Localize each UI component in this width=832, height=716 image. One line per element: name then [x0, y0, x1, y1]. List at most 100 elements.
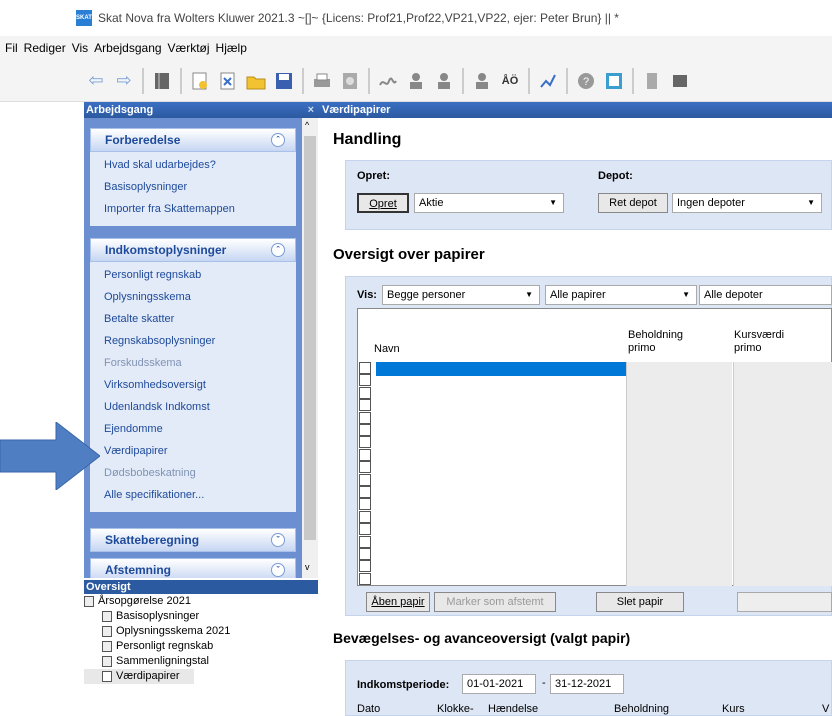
save-icon[interactable] — [272, 69, 296, 93]
person-add-icon[interactable] — [470, 69, 494, 93]
row-checkbox[interactable] — [359, 374, 371, 387]
column-header-beholdning[interactable]: Beholdning — [614, 703, 669, 715]
row-checkbox[interactable] — [359, 535, 371, 548]
menu-fil[interactable]: Fil — [2, 41, 21, 55]
task-link[interactable]: Dødsbobeskatning — [104, 462, 296, 484]
menu-hjaelp[interactable]: Hjælp — [213, 41, 250, 55]
chart-icon[interactable] — [536, 69, 560, 93]
opret-type-select[interactable]: Aktie ▼ — [414, 193, 564, 213]
task-link[interactable]: Alle specifikationer... — [104, 484, 296, 506]
close-doc-icon[interactable] — [216, 69, 240, 93]
selected-row[interactable] — [376, 362, 626, 376]
document-icon — [102, 655, 112, 667]
chevron-up-icon[interactable]: ˆ — [271, 243, 285, 257]
chevron-down-icon[interactable]: ˇ — [271, 563, 285, 577]
task-link[interactable]: Basisoplysninger — [104, 176, 296, 198]
group-header[interactable]: Skatteberegning ˇ — [90, 528, 296, 552]
menu-vis[interactable]: Vis — [69, 41, 91, 55]
open-folder-icon[interactable] — [244, 69, 268, 93]
row-checkbox[interactable] — [359, 424, 371, 436]
close-icon[interactable]: × — [308, 102, 314, 118]
row-checkbox[interactable] — [359, 572, 371, 585]
tree-item-selected[interactable]: Værdipapirer — [84, 669, 194, 684]
group-header[interactable]: Forberedelse ˆ — [90, 128, 296, 152]
row-checkbox[interactable] — [359, 461, 371, 474]
row-checkbox[interactable] — [359, 498, 371, 511]
column-header-kursvaerdi[interactable]: Kursværdi primo — [734, 329, 804, 355]
column-header-dato[interactable]: Dato — [357, 703, 380, 715]
row-checkbox[interactable] — [359, 362, 371, 374]
menu-arbejdsgang[interactable]: Arbejdsgang — [91, 41, 164, 55]
person-icon[interactable] — [404, 69, 428, 93]
menu-rediger[interactable]: Rediger — [21, 41, 69, 55]
column-header-kurs[interactable]: Kurs — [722, 703, 745, 715]
scrollbar-thumb[interactable] — [304, 136, 316, 540]
group-header[interactable]: Afstemning ˇ — [90, 558, 296, 578]
new-doc-icon[interactable] — [188, 69, 212, 93]
task-link[interactable]: Regnskabsoplysninger — [104, 330, 296, 352]
calculator-icon[interactable] — [602, 69, 626, 93]
workflow-scrollbar[interactable]: ^ v — [302, 118, 318, 578]
scroll-down-icon[interactable]: v — [305, 562, 310, 572]
row-checkbox[interactable] — [359, 548, 371, 560]
row-checkbox[interactable] — [359, 448, 371, 461]
help-icon[interactable]: ? — [574, 69, 598, 93]
task-link[interactable]: Hvad skal udarbejdes? — [104, 154, 296, 176]
preview-icon[interactable] — [338, 69, 362, 93]
tree-item[interactable]: Basisoplysninger — [84, 609, 318, 624]
group-header[interactable]: Indkomstoplysninger ˆ — [90, 238, 296, 262]
row-checkbox[interactable] — [359, 436, 371, 449]
row-checkbox[interactable] — [359, 523, 371, 536]
person-filter-select[interactable]: Begge personer ▼ — [382, 285, 540, 305]
chevron-up-icon[interactable]: ˆ — [271, 133, 285, 147]
tree-item[interactable]: Oplysningsskema 2021 — [84, 624, 318, 639]
column-header-haendelse[interactable]: Hændelse — [488, 703, 538, 715]
row-checkbox[interactable] — [359, 510, 371, 523]
period-to-input[interactable]: 31-12-2021 — [550, 674, 624, 694]
task-link[interactable]: Virksomhedsoversigt — [104, 374, 296, 396]
task-link[interactable]: Værdipapirer — [104, 440, 296, 462]
back-icon[interactable]: ⇦ — [84, 69, 108, 93]
book-icon[interactable] — [150, 69, 174, 93]
menu-vaerktoej[interactable]: Værktøj — [165, 41, 213, 55]
row-checkbox[interactable] — [359, 486, 371, 498]
tree-item[interactable]: Sammenligningstal — [84, 654, 318, 669]
task-link[interactable]: Importer fra Skattemappen — [104, 198, 296, 220]
delete-paper-button[interactable]: Slet papir — [596, 592, 684, 612]
ao-icon[interactable]: ÅÖ — [498, 69, 522, 93]
task-link[interactable]: Forskudsskema — [104, 352, 296, 374]
print-icon[interactable] — [310, 69, 334, 93]
row-checkbox[interactable] — [359, 411, 371, 424]
persons-icon[interactable] — [432, 69, 456, 93]
chevron-down-icon[interactable]: ˇ — [271, 533, 285, 547]
open-paper-button[interactable]: Åben papir — [366, 592, 430, 612]
tree-item[interactable]: Personligt regnskab — [84, 639, 318, 654]
row-checkbox[interactable] — [359, 386, 371, 399]
menu-bar: Fil Rediger Vis Arbejdsgang Værktøj Hjæl… — [0, 36, 832, 60]
column-header-klokke[interactable]: Klokke- — [437, 703, 474, 715]
tree-root[interactable]: Årsopgørelse 2021 — [84, 594, 318, 609]
period-from-input[interactable]: 01-01-2021 — [462, 674, 536, 694]
stack-icon[interactable] — [640, 69, 664, 93]
task-link[interactable]: Personligt regnskab — [104, 264, 296, 286]
column-header-beholdning[interactable]: Beholdning primo — [628, 329, 708, 355]
task-link[interactable]: Udenlandsk Indkomst — [104, 396, 296, 418]
depot-select[interactable]: Ingen depoter ▼ — [672, 193, 822, 213]
paper-filter-select[interactable]: Alle papirer ▼ — [545, 285, 697, 305]
task-link[interactable]: Oplysningsskema — [104, 286, 296, 308]
scroll-up-icon[interactable]: ^ — [305, 120, 309, 130]
column-header-navn[interactable]: Navn — [374, 343, 400, 356]
mark-reconciled-button[interactable]: Marker som afstemt — [434, 592, 556, 612]
ret-depot-button[interactable]: Ret depot — [598, 193, 668, 213]
row-checkbox[interactable] — [359, 399, 371, 412]
opret-button[interactable]: Opret — [357, 193, 409, 213]
signature-icon[interactable] — [376, 69, 400, 93]
task-link[interactable]: Ejendomme — [104, 418, 296, 440]
row-checkbox[interactable] — [359, 473, 371, 486]
column-header-v[interactable]: V — [822, 703, 829, 715]
depot-filter-select[interactable]: Alle depoter — [699, 285, 832, 305]
task-link[interactable]: Betalte skatter — [104, 308, 296, 330]
row-checkbox[interactable] — [359, 560, 371, 573]
forward-icon[interactable]: ⇨ — [112, 69, 136, 93]
dark-stack-icon[interactable] — [668, 69, 692, 93]
